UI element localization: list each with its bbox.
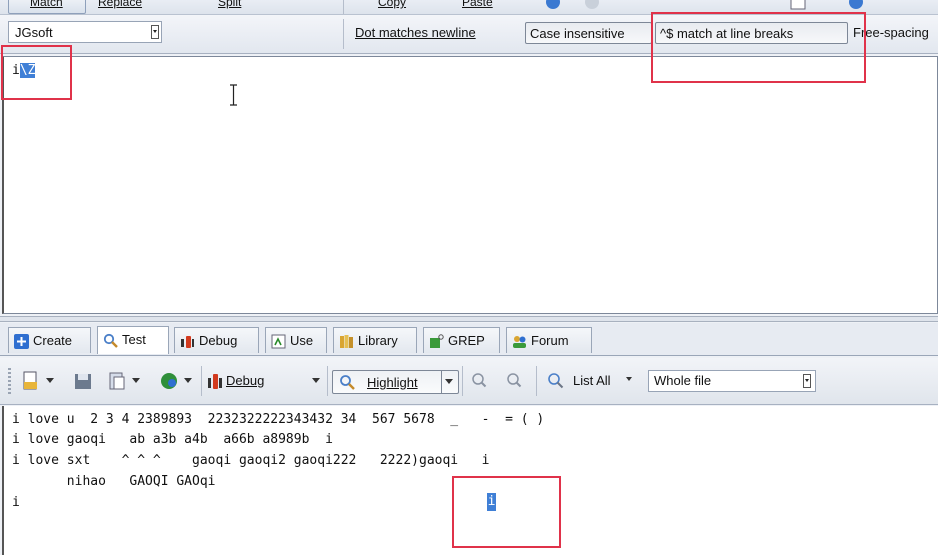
- chevron-down-icon[interactable]: [184, 378, 192, 383]
- save-icon[interactable]: [74, 371, 92, 391]
- toolbar-separator: [327, 366, 328, 396]
- regex-editor[interactable]: i\Z: [2, 56, 938, 314]
- toolbar-grip[interactable]: [8, 368, 11, 394]
- annotation-box: [1, 45, 72, 100]
- forum-icon: [513, 336, 526, 348]
- chevron-down-icon[interactable]: [151, 25, 159, 39]
- magnifier-icon: [340, 375, 355, 390]
- highlight-label: Highlight: [367, 375, 418, 390]
- toolbar-separator: [201, 366, 202, 396]
- grep-icon: [430, 334, 444, 348]
- chevron-down-icon[interactable]: [803, 374, 811, 388]
- library-icon: [340, 335, 353, 348]
- subject-line: i: [12, 495, 20, 510]
- zoom-out-icon[interactable]: [471, 371, 487, 391]
- toolbar-separator: [462, 366, 463, 396]
- test-toolbar: Debug Highlight List All Whole file: [0, 358, 938, 405]
- debug-icon: [181, 336, 194, 348]
- replace-label[interactable]: Replace: [98, 0, 142, 11]
- tab-bar: Create Test Debug Use Library GREP Forum: [0, 323, 938, 356]
- split-label[interactable]: Split: [218, 0, 241, 11]
- dot-newline-toggle[interactable]: Dot matches newline: [351, 22, 480, 44]
- web-icon[interactable]: [160, 371, 178, 391]
- list-icon: [548, 373, 564, 389]
- open-file-icon[interactable]: [22, 371, 40, 391]
- highlight-dropdown[interactable]: [441, 370, 457, 394]
- paste-label[interactable]: Paste: [462, 0, 493, 11]
- help-icon[interactable]: [848, 0, 864, 10]
- highlight-button[interactable]: Highlight: [332, 370, 459, 394]
- options-separator: [343, 19, 344, 49]
- magnifier-icon: [103, 333, 118, 348]
- annotation-box: [651, 12, 866, 83]
- use-icon: [271, 334, 286, 349]
- paste-icon[interactable]: [108, 371, 126, 391]
- subject-line: i love u 2 3 4 2389893 2232322222343432 …: [12, 412, 545, 427]
- chevron-down-icon[interactable]: [132, 378, 140, 383]
- text-cursor-icon: [230, 84, 237, 106]
- chevron-down-icon[interactable]: [626, 377, 632, 381]
- tab-grep[interactable]: GREP: [423, 327, 500, 353]
- subject-line: i love gaoqi ab a3b a4b a66b a8989b i: [12, 432, 333, 447]
- scope-value: Whole file: [654, 373, 712, 388]
- pane-splitter[interactable]: [0, 316, 938, 322]
- chevron-down-icon[interactable]: [312, 378, 320, 383]
- match-label: Match: [30, 0, 63, 9]
- toolbar-separator: [536, 366, 537, 396]
- tab-debug[interactable]: Debug: [174, 327, 259, 353]
- annotation-box: [452, 476, 561, 548]
- toolbar-separator: [343, 0, 344, 14]
- flavor-value: JGsoft: [15, 25, 53, 40]
- back-icon[interactable]: [545, 0, 561, 10]
- window-icon[interactable]: [790, 0, 806, 10]
- copy-label[interactable]: Copy: [378, 0, 406, 11]
- chevron-down-icon[interactable]: [46, 378, 54, 383]
- tab-create[interactable]: Create: [8, 327, 91, 353]
- subject-line: i love sxt ^ ^ ^ gaoqi gaoqi2 gaoqi222 2…: [12, 453, 490, 468]
- tab-use[interactable]: Use: [265, 327, 327, 353]
- scope-select[interactable]: Whole file: [648, 370, 816, 392]
- chevron-down-icon: [445, 379, 453, 384]
- case-insensitive-toggle[interactable]: Case insensitive: [525, 22, 652, 44]
- subject-line: nihao GAOQI GAOqi: [12, 474, 216, 489]
- forward-icon[interactable]: [584, 0, 600, 10]
- list-all-button[interactable]: List All: [573, 372, 611, 390]
- tab-test[interactable]: Test: [97, 326, 169, 354]
- debug-button[interactable]: Debug: [226, 372, 264, 390]
- zoom-in-icon[interactable]: [506, 371, 522, 391]
- debug-icon: [208, 374, 222, 389]
- tab-forum[interactable]: Forum: [506, 327, 592, 353]
- create-icon: [14, 334, 29, 349]
- tab-library[interactable]: Library: [333, 327, 417, 353]
- flavor-select[interactable]: JGsoft: [8, 21, 162, 43]
